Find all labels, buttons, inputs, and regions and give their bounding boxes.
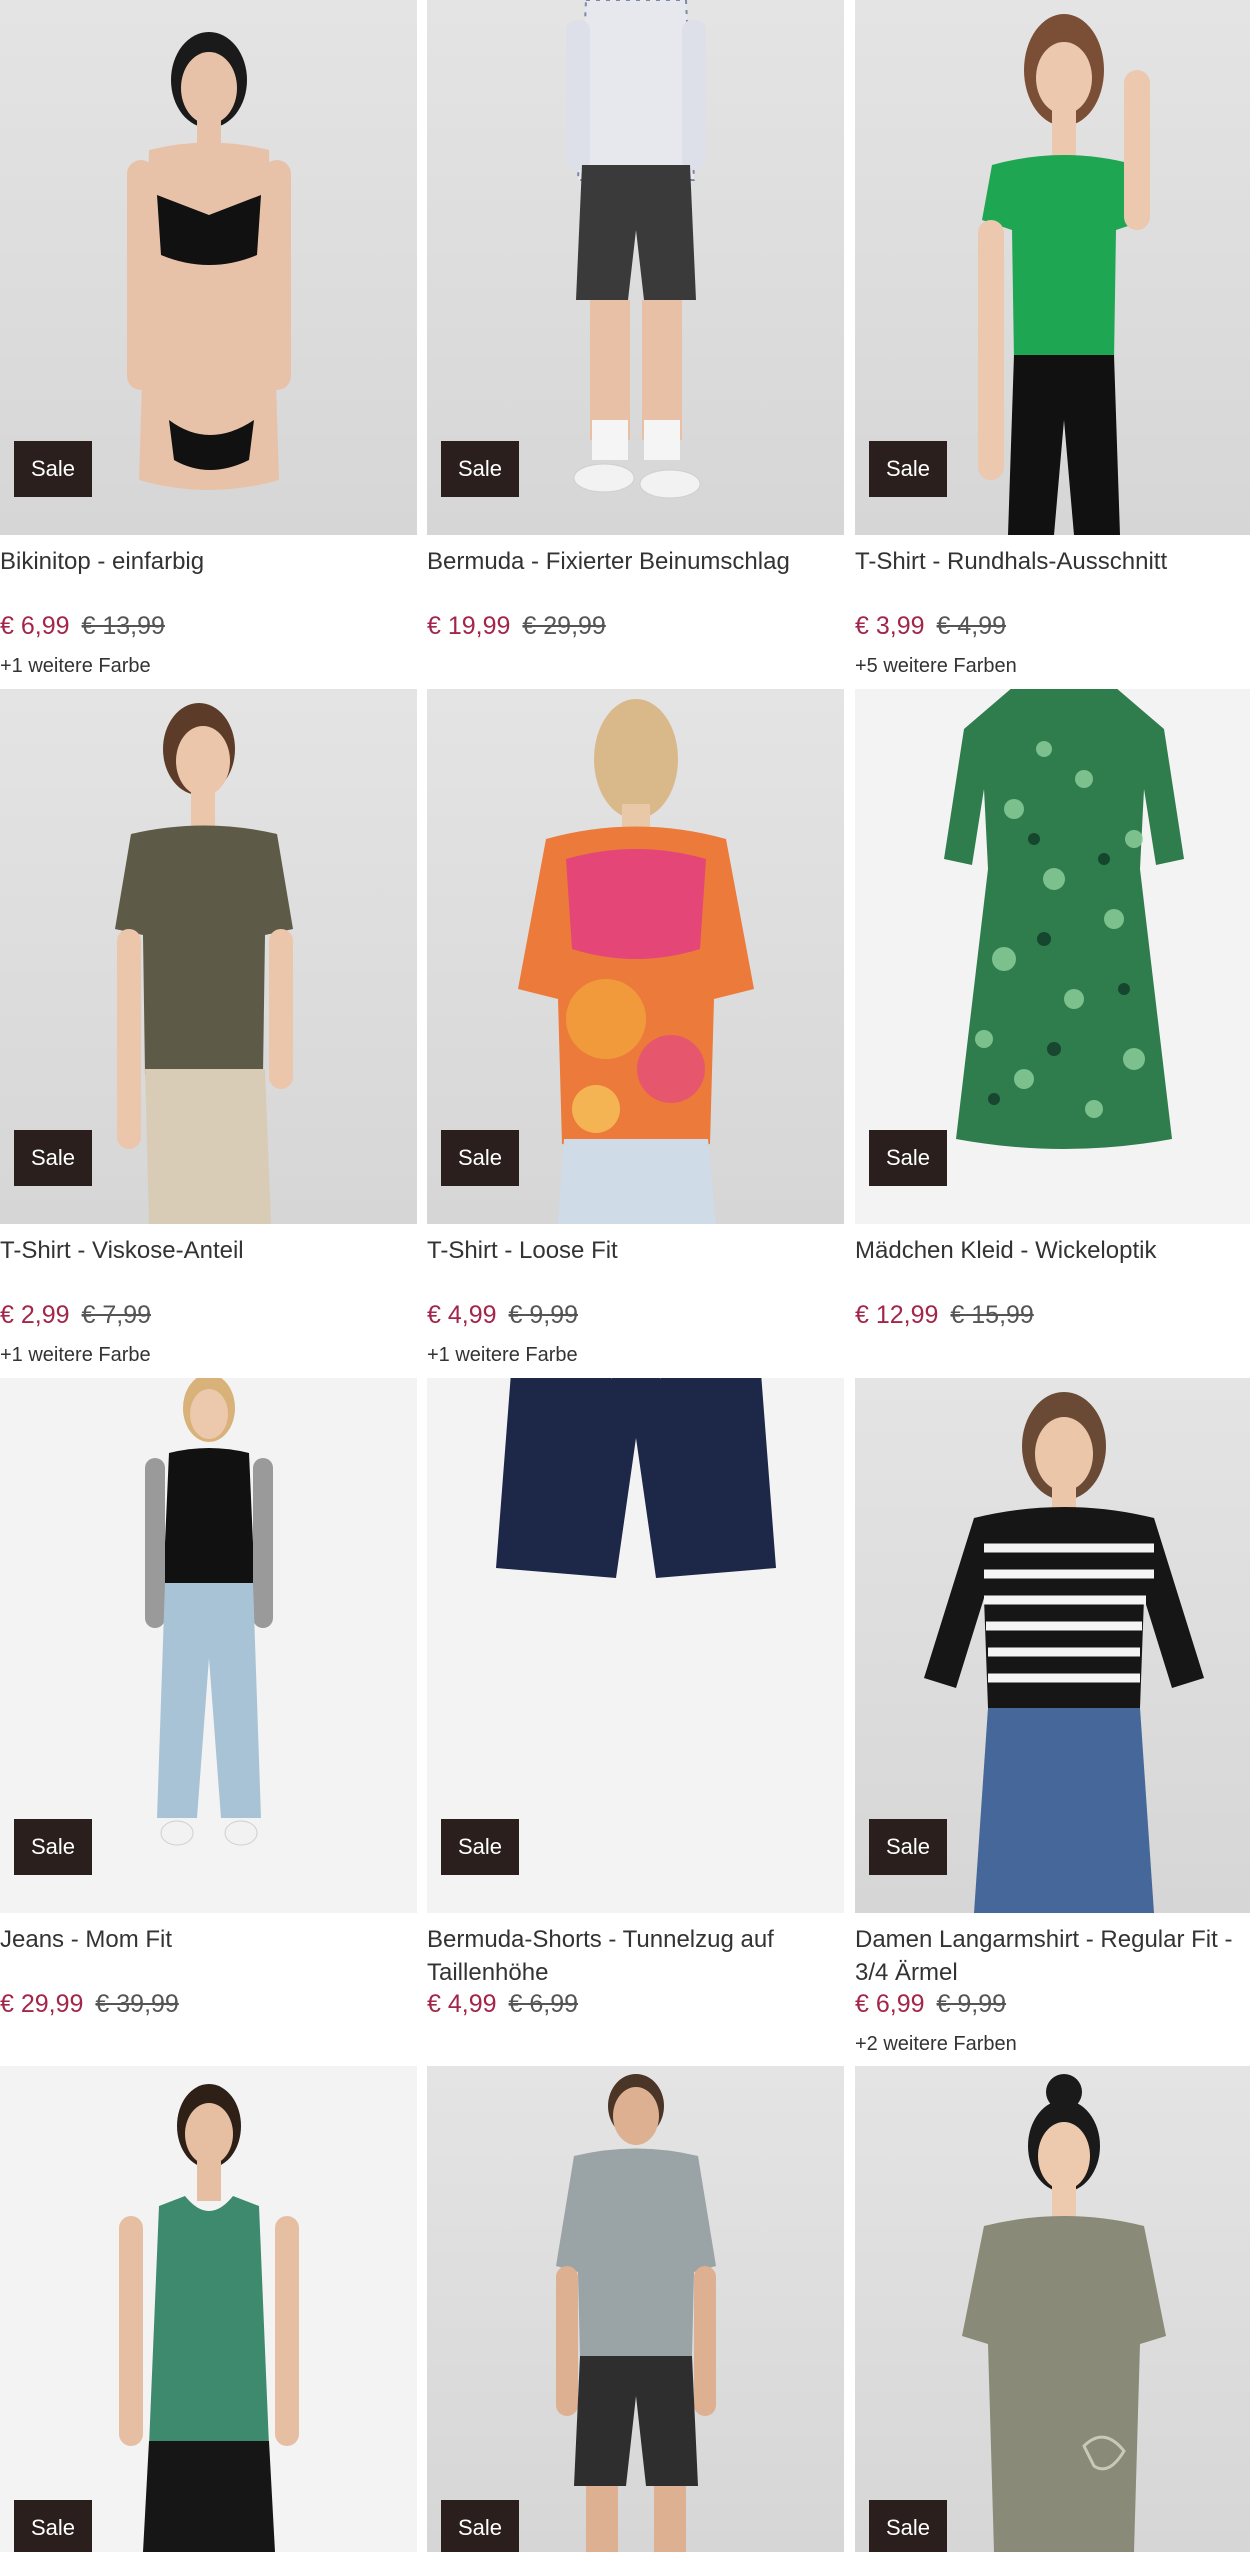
dress-figure [943,689,1184,1149]
current-price: € 29,99 [0,1990,84,2018]
product-title[interactable]: Bermuda-Shorts - Tunnelzug auf Taillenhö… [427,1923,844,1989]
model-figure [114,703,293,1224]
sale-badge: Sale [441,441,520,497]
model-figure [923,1392,1204,1913]
old-price: € 29,99 [522,612,606,640]
product-title[interactable]: Jeans - Mom Fit [0,1923,417,1956]
product-image[interactable]: Sale [855,2066,1250,2552]
product-image[interactable]: Sale [0,0,417,535]
model-figure [118,2084,299,2552]
product-image[interactable]: Sale [855,0,1250,535]
product-title[interactable]: T-Shirt - Viskose-Anteil [0,1234,417,1267]
old-price: € 13,99 [81,612,165,640]
current-price: € 6,99 [0,612,70,640]
product-title[interactable]: Damen Langarmshirt - Regular Fit - 3/4 Ä… [855,1923,1250,1989]
more-colors-label[interactable]: +5 weitere Farben [855,655,1017,678]
model-figure [144,1378,273,1846]
model-figure [565,0,706,499]
current-price: € 3,99 [855,612,925,640]
price: € 29,99 € 39,99 [0,1990,179,2019]
sale-badge: Sale [14,2500,93,2552]
current-price: € 2,99 [0,1301,70,1329]
product-card[interactable]: Sale Bermuda - Fixierter Beinumschlag € … [427,0,844,680]
product-image[interactable]: Sale [855,689,1250,1224]
price: € 12,99 € 15,99 [855,1301,1034,1330]
product-card[interactable]: Sale [427,2066,844,2552]
model-figure [126,32,291,490]
model-figure [555,2074,716,2552]
old-price: € 9,99 [936,1990,1007,2018]
price: € 19,99 € 29,99 [427,612,606,641]
product-image[interactable]: Sale [427,689,844,1224]
old-price: € 9,99 [508,1301,579,1329]
model-figure [961,2074,1166,2552]
product-title[interactable]: T-Shirt - Loose Fit [427,1234,844,1267]
sale-badge: Sale [869,1130,948,1186]
product-card[interactable]: Sale [855,2066,1250,2552]
old-price: € 39,99 [95,1990,179,2018]
sale-badge: Sale [441,2500,520,2552]
sale-badge: Sale [869,2500,948,2552]
product-card[interactable]: Sale Damen Langarmshirt - Regular Fit - … [855,1378,1250,2058]
product-card[interactable]: Sale T-Shirt - Viskose-Anteil € 2,99 € 7,… [0,689,417,1369]
more-colors-label[interactable]: +2 weitere Farben [855,2033,1017,2056]
sale-badge: Sale [14,1819,93,1875]
product-grid: Sale Bikinitop - einfarbig € 6,99 € 13,99… [0,0,1250,2552]
old-price: € 4,99 [936,612,1007,640]
current-price: € 19,99 [427,612,511,640]
shorts-figure [495,1378,776,1578]
product-card[interactable]: Sale T-Shirt - Loose Fit € 4,99 € 9,99 +1… [427,689,844,1369]
sale-badge: Sale [14,1130,93,1186]
current-price: € 6,99 [855,1990,925,2018]
model-figure [977,14,1150,535]
product-card[interactable]: Sale Bermuda-Shorts - Tunnelzug auf Tail… [427,1378,844,2058]
product-title[interactable]: Bikinitop - einfarbig [0,545,417,578]
price: € 4,99 € 6,99 [427,1990,578,2019]
more-colors-label[interactable]: +1 weitere Farbe [0,655,151,678]
product-image[interactable]: Sale [0,1378,417,1913]
old-price: € 7,99 [81,1301,152,1329]
model-figure [517,699,754,1224]
product-title[interactable]: Bermuda - Fixierter Beinumschlag [427,545,844,578]
current-price: € 4,99 [427,1301,497,1329]
current-price: € 12,99 [855,1301,939,1329]
sale-badge: Sale [869,441,948,497]
sale-badge: Sale [869,1819,948,1875]
current-price: € 4,99 [427,1990,497,2018]
product-image[interactable]: Sale [427,1378,844,1913]
sale-badge: Sale [441,1819,520,1875]
sale-badge: Sale [441,1130,520,1186]
price: € 2,99 € 7,99 [0,1301,151,1330]
more-colors-label[interactable]: +1 weitere Farbe [0,1344,151,1367]
product-card[interactable]: Sale Mädchen Kleid - Wickeloptik € 12,99… [855,689,1250,1369]
price: € 6,99 € 9,99 [855,1990,1006,2019]
product-card[interactable]: Sale Bikinitop - einfarbig € 6,99 € 13,99… [0,0,417,680]
product-image[interactable]: Sale [855,1378,1250,1913]
sale-badge: Sale [14,441,93,497]
product-card[interactable]: Sale T-Shirt - Rundhals-Ausschnitt € 3,9… [855,0,1250,680]
old-price: € 6,99 [508,1990,579,2018]
product-card[interactable]: Sale [0,2066,417,2552]
price: € 6,99 € 13,99 [0,612,165,641]
price: € 4,99 € 9,99 [427,1301,578,1330]
product-image[interactable]: Sale [427,2066,844,2552]
product-image[interactable]: Sale [0,689,417,1224]
product-title[interactable]: T-Shirt - Rundhals-Ausschnitt [855,545,1250,578]
price: € 3,99 € 4,99 [855,612,1006,641]
more-colors-label[interactable]: +1 weitere Farbe [427,1344,578,1367]
product-image[interactable]: Sale [0,2066,417,2552]
old-price: € 15,99 [950,1301,1034,1329]
product-title[interactable]: Mädchen Kleid - Wickeloptik [855,1234,1250,1267]
product-card[interactable]: Sale Jeans - Mom Fit € 29,99 € 39,99 [0,1378,417,2058]
product-image[interactable]: Sale [427,0,844,535]
